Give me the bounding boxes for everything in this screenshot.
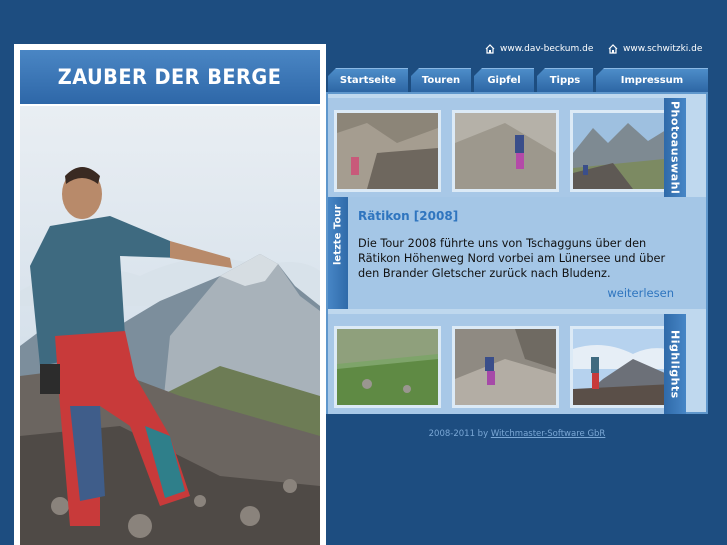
tab-startseite[interactable]: Startseite (328, 68, 408, 92)
footer: 2008-2011 by Witchmaster-Software GbR (326, 429, 708, 439)
highlight-thumbnail[interactable] (452, 326, 559, 408)
latest-tour-label: letzte Tour (328, 197, 348, 309)
photo-thumbnail[interactable] (570, 110, 677, 192)
photo-selection-row: Photoauswahl (328, 98, 686, 198)
tab-tipps[interactable]: Tipps (537, 68, 593, 92)
footer-years: 2008-2011 by (428, 429, 489, 439)
title-banner: ZAUBER DER BERGE (20, 50, 320, 104)
content-panel: Photoauswahl letzte Tour Rätikon [2008] … (326, 92, 708, 414)
highlight-thumbnail[interactable] (334, 326, 441, 408)
site-title: ZAUBER DER BERGE (58, 65, 282, 89)
company-link[interactable]: Witchmaster-Software GbR (491, 429, 606, 439)
home-icon (608, 44, 618, 54)
latest-tour: letzte Tour Rätikon [2008] Die Tour 2008… (328, 197, 706, 309)
tab-gipfel[interactable]: Gipfel (474, 68, 534, 92)
dav-beckum-link[interactable]: www.dav-beckum.de (485, 44, 593, 54)
left-panel: ZAUBER DER BERGE (14, 44, 326, 545)
highlights-label: Highlights (664, 314, 686, 414)
photo-selection-label: Photoauswahl (664, 98, 686, 198)
photo-thumbnail[interactable] (334, 110, 441, 192)
schwitzki-link-label: www.schwitzki.de (623, 44, 703, 54)
photo-thumbnail[interactable] (452, 110, 559, 192)
home-icon (485, 44, 495, 54)
schwitzki-link[interactable]: www.schwitzki.de (608, 44, 702, 54)
tab-impressum[interactable]: Impressum (596, 68, 708, 92)
main-nav: Startseite Touren Gipfel Tipps Impressum (326, 68, 708, 92)
dav-beckum-link-label: www.dav-beckum.de (500, 44, 594, 54)
tab-touren[interactable]: Touren (411, 68, 471, 92)
highlight-thumbnail[interactable] (570, 326, 677, 408)
tour-description: Die Tour 2008 führte uns von Tschagguns … (358, 237, 666, 280)
highlights-row: Highlights (328, 314, 686, 414)
hero-photo (20, 106, 320, 545)
tour-title[interactable]: Rätikon [2008] (358, 209, 458, 223)
read-more-link[interactable]: weiterlesen (607, 286, 674, 300)
